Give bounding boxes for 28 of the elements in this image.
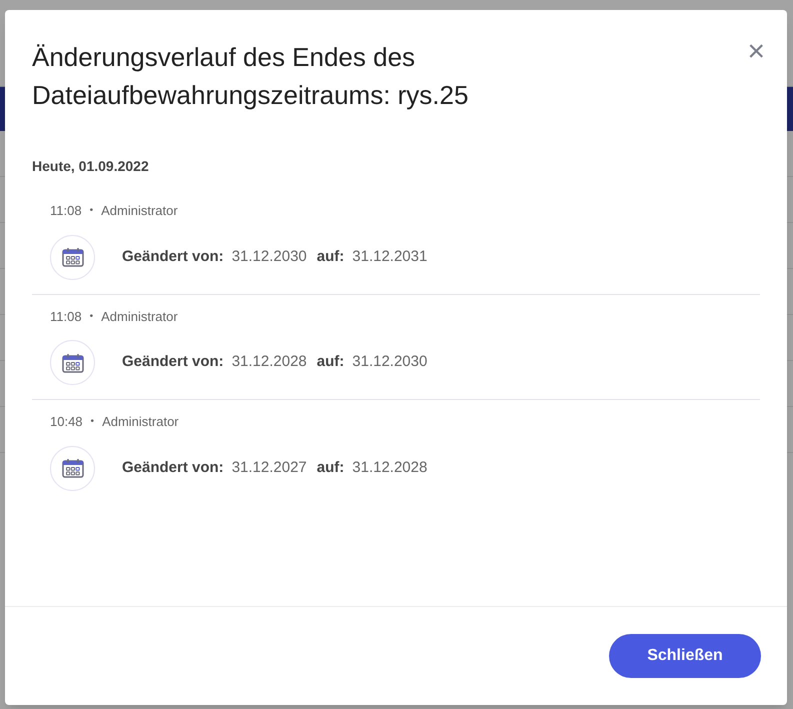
- bullet: •: [90, 204, 94, 218]
- entry-author: Administrator: [101, 202, 178, 220]
- calendar-icon: [50, 340, 95, 385]
- dialog-title: Änderungsverlauf des Endes des Dateiaufbewahrungszeitraums: rys.25: [32, 41, 470, 112]
- change-label: auf:: [316, 352, 344, 372]
- change-label: auf:: [316, 246, 344, 267]
- close-dialog-button[interactable]: Schließen: [609, 634, 761, 678]
- old-date: 31.12.2028: [232, 352, 307, 372]
- close-button[interactable]: ×: [747, 40, 765, 64]
- change-label: Geändert von:: [122, 246, 224, 267]
- bullet: •: [90, 310, 94, 324]
- change-label: Geändert von:: [122, 458, 224, 478]
- entry-author: Administrator: [101, 308, 178, 326]
- old-date: 31.12.2030: [232, 246, 307, 267]
- change-label: auf:: [316, 458, 344, 478]
- date-heading: Heute, 01.09.2022: [32, 157, 150, 176]
- entry-time: 11:08: [50, 202, 82, 220]
- new-date: 31.12.2031: [352, 246, 428, 267]
- entry-author: Administrator: [102, 413, 179, 431]
- entry-time: 11:08: [50, 308, 82, 326]
- change-label: Geändert von:: [122, 352, 224, 372]
- old-date: 31.12.2027: [232, 458, 307, 478]
- new-date: 31.12.2028: [352, 458, 428, 478]
- calendar-icon: [50, 446, 95, 490]
- calendar-icon: [50, 234, 95, 280]
- new-date: 31.12.2030: [352, 352, 428, 372]
- entry-time: 10:48: [50, 413, 83, 431]
- bullet: •: [90, 415, 94, 430]
